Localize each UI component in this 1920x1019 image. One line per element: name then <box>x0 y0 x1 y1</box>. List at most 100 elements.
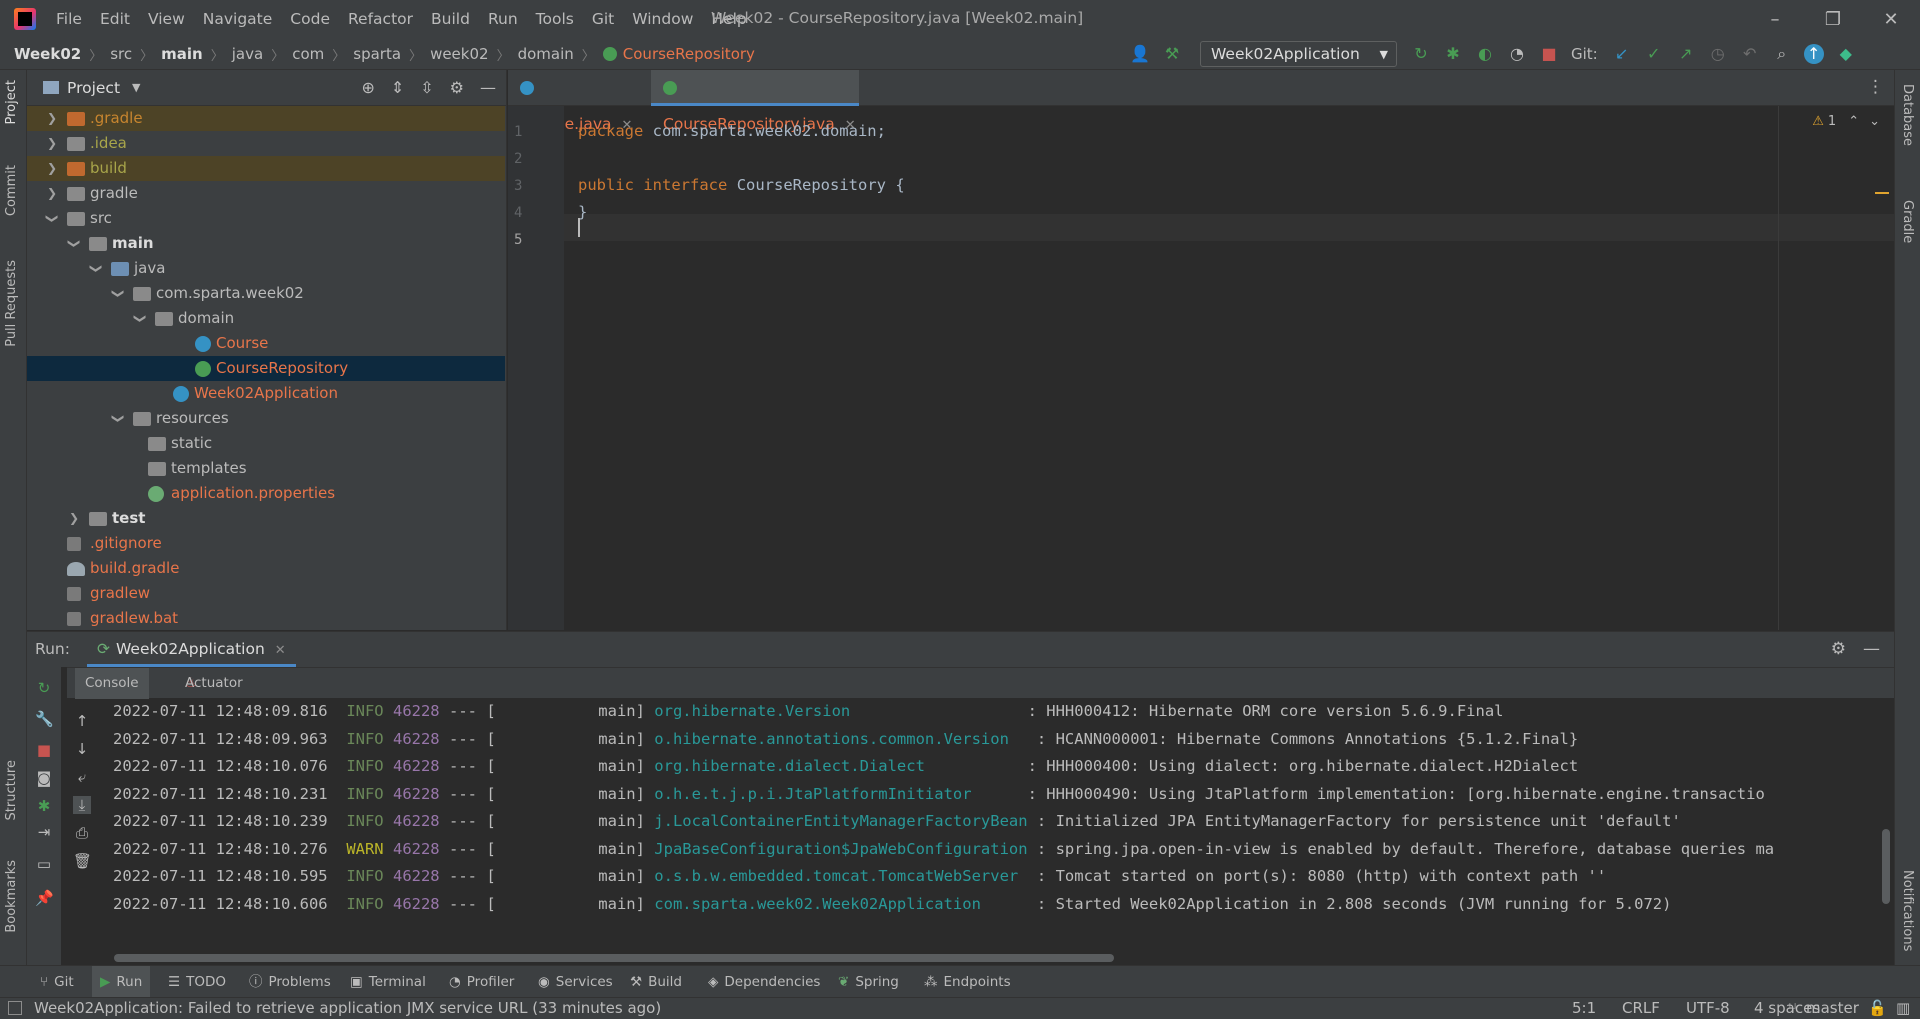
menu-git[interactable]: Git <box>592 10 614 28</box>
menu-run[interactable]: Run <box>488 10 518 28</box>
menu-build[interactable]: Build <box>431 10 470 28</box>
console-output[interactable]: 2022-07-11 12:48:09.816 INFO 46228 --- [… <box>113 702 1893 922</box>
line-separator[interactable]: CRLF <box>1622 999 1660 1017</box>
jetbrains-icon[interactable]: ◆ <box>1836 44 1856 64</box>
tree-item-course[interactable]: Course <box>27 331 505 356</box>
tree-item-package[interactable]: ❯ com.sparta.week02 <box>27 281 505 306</box>
console-vertical-scrollbar[interactable] <box>1882 829 1890 904</box>
stop-icon[interactable]: ■ <box>1539 44 1559 64</box>
bottom-tab-problems[interactable]: ⓘ Problems <box>249 966 331 998</box>
bottom-tab-dependencies[interactable]: ◈ Dependencies <box>708 966 820 998</box>
git-commit-icon[interactable]: ✓ <box>1644 44 1664 64</box>
status-message[interactable]: Week02Application: Failed to retrieve ap… <box>34 999 661 1017</box>
menu-edit[interactable]: Edit <box>100 10 130 28</box>
debug-icon[interactable]: ✱ <box>35 797 53 815</box>
tree-item-domain[interactable]: ❯ domain <box>27 306 505 331</box>
chevron-right-icon[interactable]: ❯ <box>45 181 59 206</box>
run-tab-week02application[interactable]: ⟳ Week02Application ✕ <box>87 632 296 667</box>
more-vertical-icon[interactable]: ⋮ <box>1867 77 1884 97</box>
pull-requests-tool-tab[interactable]: Pull Requests <box>4 260 19 347</box>
tree-item-static[interactable]: static <box>27 431 505 456</box>
tree-item-build-dir[interactable]: ❯ build <box>27 156 505 181</box>
tab-console[interactable]: Console <box>75 668 149 699</box>
gear-icon[interactable]: ⚙ <box>450 78 464 97</box>
hide-icon[interactable]: — <box>1863 639 1880 659</box>
chevron-down-icon[interactable]: ▼ <box>132 81 140 94</box>
breadcrumb-item[interactable]: main <box>161 45 203 63</box>
bottom-tab-services[interactable]: ◉ Services <box>538 966 613 998</box>
lock-icon[interactable]: 🔓 <box>1868 999 1887 1017</box>
bottom-tab-git[interactable]: ⑂ Git <box>40 966 74 998</box>
soft-wrap-icon[interactable]: ⤶ <box>73 768 91 786</box>
exit-icon[interactable]: ⇥ <box>35 823 53 841</box>
bottom-tab-profiler[interactable]: ◔ Profiler <box>449 966 514 998</box>
file-encoding[interactable]: UTF-8 <box>1686 999 1730 1017</box>
arrow-down-icon[interactable]: ↓ <box>73 740 91 758</box>
run-configuration-select[interactable]: Week02Application ▼ <box>1200 41 1397 67</box>
bottom-tab-terminal[interactable]: ▣ Terminal <box>350 966 426 998</box>
menu-window[interactable]: Window <box>632 10 693 28</box>
breadcrumb-item[interactable]: CourseRepository <box>623 45 755 63</box>
scroll-to-end-icon[interactable]: ⤓ <box>73 796 91 814</box>
rerun-icon[interactable]: ↻ <box>35 679 53 697</box>
print-icon[interactable]: ⎙ <box>73 824 91 842</box>
stop-icon[interactable]: ■ <box>35 741 53 759</box>
code-line-3[interactable]: public interface CourseRepository { <box>578 176 905 194</box>
chevron-down-icon[interactable]: ❯ <box>62 237 87 251</box>
tree-item-courserepository[interactable]: CourseRepository <box>27 356 505 381</box>
trash-icon[interactable]: 🗑 <box>73 852 92 870</box>
update-available-icon[interactable]: ↑ <box>1803 44 1824 64</box>
breadcrumb-item[interactable]: java <box>232 45 263 63</box>
hide-icon[interactable]: — <box>480 78 496 97</box>
tab-courserepository-java[interactable]: CourseRepository.java ✕ <box>651 70 859 133</box>
search-icon[interactable]: ⌕ <box>1772 44 1792 64</box>
code-line-1[interactable]: package com.sparta.week02.domain; <box>578 122 886 140</box>
menu-refactor[interactable]: Refactor <box>348 10 413 28</box>
commit-tool-tab[interactable]: Commit <box>4 165 19 216</box>
bottom-tab-run[interactable]: ▶ Run <box>92 966 151 998</box>
layout-icon[interactable]: ▭ <box>35 855 53 873</box>
menu-view[interactable]: View <box>148 10 185 28</box>
tree-item-gradlew[interactable]: gradlew <box>27 581 505 606</box>
bottom-tab-endpoints[interactable]: ⁂ Endpoints <box>924 966 1011 998</box>
coverage-icon[interactable]: ◐ <box>1475 44 1495 64</box>
hammer-icon[interactable]: ⚒ <box>1162 44 1182 64</box>
debug-icon[interactable]: ✱ <box>1443 44 1463 64</box>
profile-icon[interactable]: ◔ <box>1507 44 1527 64</box>
project-title[interactable]: Project <box>67 79 120 97</box>
breadcrumb-item[interactable]: week02 <box>430 45 489 63</box>
notifications-tool-tab[interactable]: Notifications <box>1900 870 1915 951</box>
pin-icon[interactable]: 📌 <box>35 889 54 907</box>
bottom-tab-build[interactable]: ⚒ Build <box>630 966 682 998</box>
memory-indicator-icon[interactable]: ▥ <box>1896 999 1910 1017</box>
project-tool-tab[interactable]: Project <box>4 80 19 124</box>
tree-item-templates[interactable]: templates <box>27 456 505 481</box>
rollback-icon[interactable]: ↶ <box>1740 44 1760 64</box>
chevron-down-icon[interactable]: ⌄ <box>1869 114 1880 129</box>
minimize-icon[interactable]: – <box>1746 9 1804 30</box>
menu-navigate[interactable]: Navigate <box>203 10 273 28</box>
tree-item-gradle[interactable]: ❯ gradle <box>27 181 505 206</box>
tree-item-src[interactable]: ❯ src <box>27 206 505 231</box>
chevron-down-icon[interactable]: ❯ <box>40 212 65 226</box>
chevron-down-icon[interactable]: ❯ <box>106 287 131 301</box>
chevron-right-icon[interactable]: ❯ <box>67 506 81 531</box>
git-push-icon[interactable]: ↗ <box>1676 44 1696 64</box>
chevron-down-icon[interactable]: ❯ <box>84 262 109 276</box>
git-branch[interactable]: master <box>1806 999 1859 1017</box>
console-horizontal-scrollbar[interactable] <box>114 954 1114 962</box>
collapse-all-icon[interactable]: ⇳ <box>420 78 433 97</box>
gear-icon[interactable]: ⚙ <box>1831 639 1846 659</box>
tree-item-gradlew-bat[interactable]: gradlew.bat <box>27 606 505 630</box>
database-tool-tab[interactable]: Database <box>1900 84 1915 146</box>
status-icon[interactable] <box>8 1001 22 1015</box>
tree-item-gitignore[interactable]: .gitignore <box>27 531 505 556</box>
rerun-icon[interactable]: ↻ <box>1411 44 1431 64</box>
gradle-tool-tab[interactable]: Gradle <box>1900 200 1915 243</box>
chevron-up-icon[interactable]: ⌃ <box>1848 114 1859 129</box>
camera-icon[interactable]: ◙ <box>35 769 53 787</box>
menu-code[interactable]: Code <box>290 10 330 28</box>
menu-tools[interactable]: Tools <box>536 10 574 28</box>
user-icon[interactable]: 👤 <box>1130 44 1150 64</box>
breadcrumb-item[interactable]: src <box>110 45 132 63</box>
